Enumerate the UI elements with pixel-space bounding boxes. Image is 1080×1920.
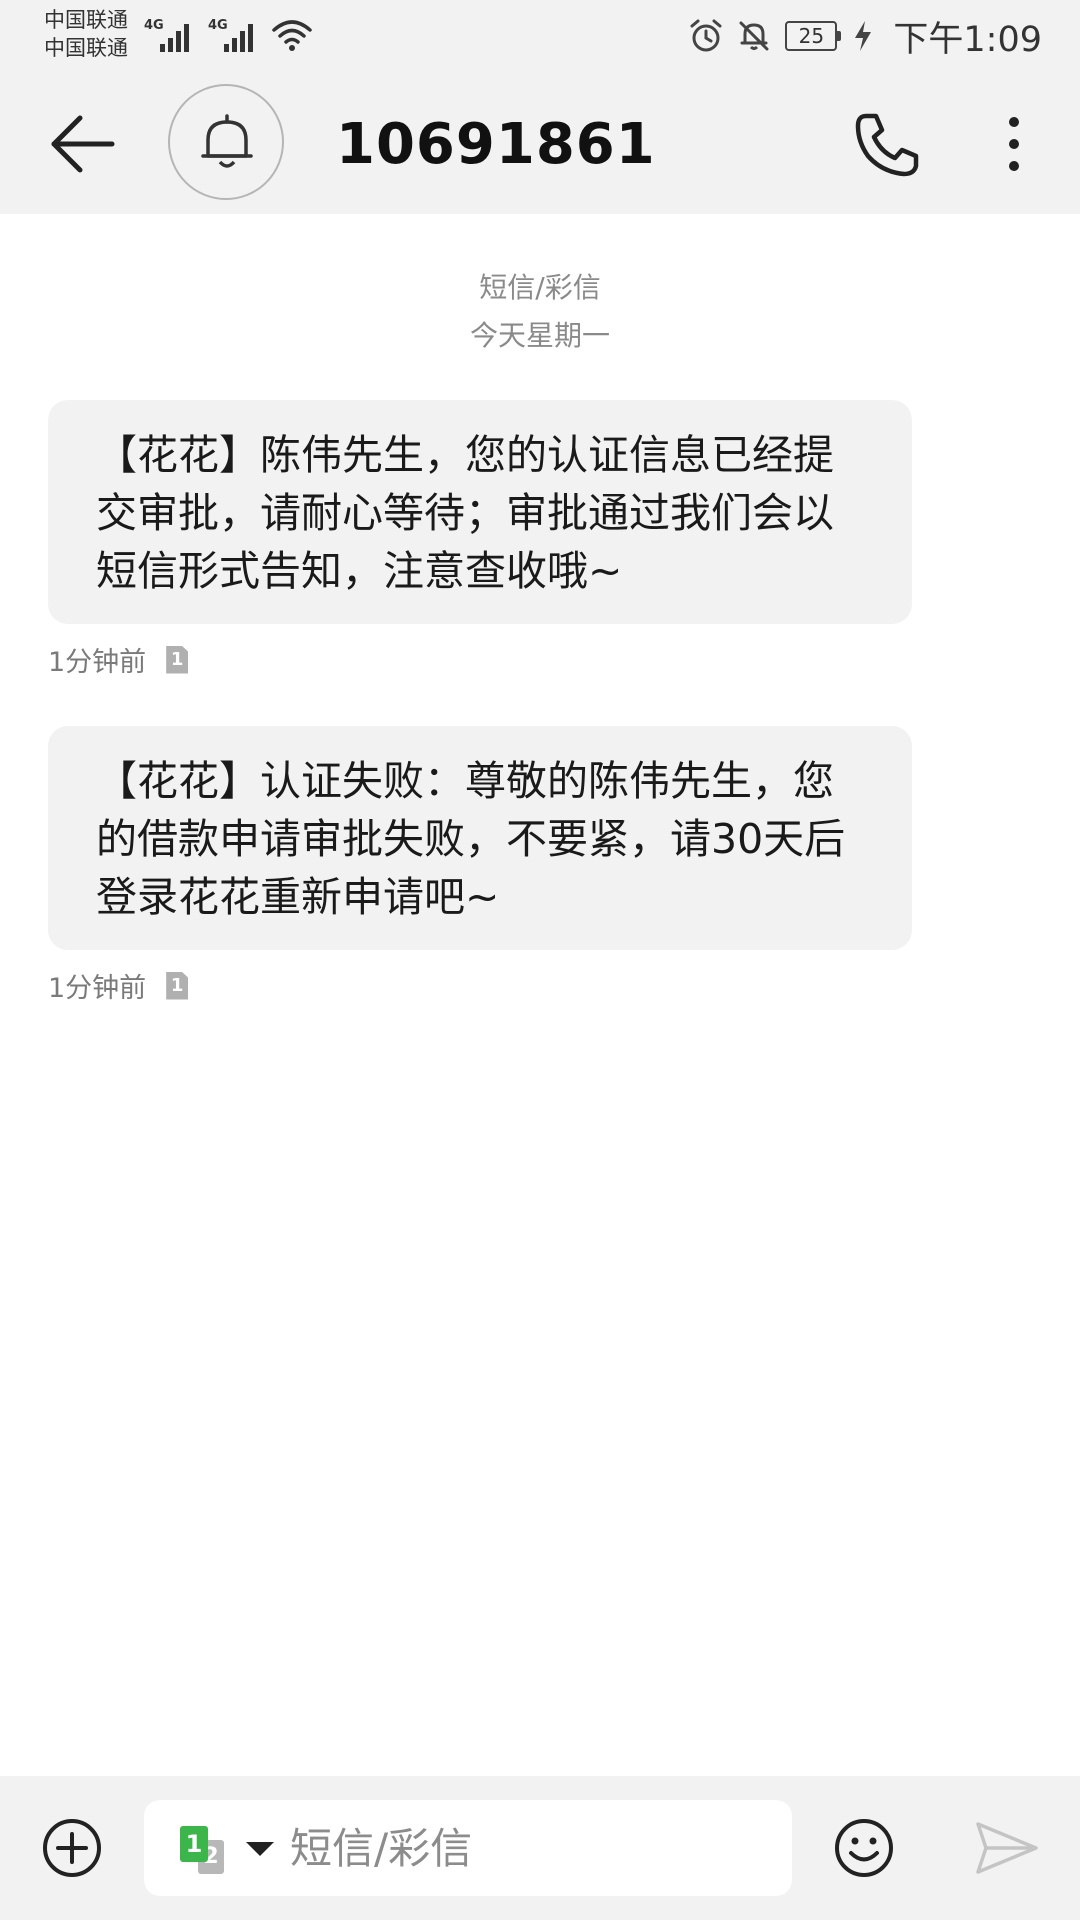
bell-icon bbox=[201, 114, 253, 168]
message-timestamp: 1分钟前 bbox=[48, 647, 147, 678]
message-bubble[interactable]: 【花花】认证失败：尊敬的陈伟先生，您的借款申请审批失败，不要紧，请30天后登录花… bbox=[48, 726, 912, 950]
message-input-box: 2 1 bbox=[144, 1800, 792, 1896]
carrier-1: 中国联通 bbox=[44, 8, 128, 32]
plus-circle-icon bbox=[43, 1819, 101, 1877]
sim-card-icon: 1 bbox=[166, 971, 189, 1000]
message-bubble[interactable]: 【花花】陈伟先生，您的认证信息已经提交审批，请耐心等待；审批通过我们会以短信形式… bbox=[48, 400, 912, 624]
send-icon bbox=[976, 1822, 1038, 1874]
message-input[interactable] bbox=[290, 1818, 770, 1878]
battery-icon: 25 bbox=[785, 21, 842, 51]
phone-icon bbox=[855, 113, 919, 177]
composer-bar: 2 1 bbox=[0, 1776, 1080, 1920]
app-bar: 10691861 bbox=[0, 72, 1080, 214]
arrow-left-icon bbox=[51, 115, 115, 173]
add-attachment-button[interactable] bbox=[40, 1816, 104, 1880]
battery-level: 25 bbox=[798, 24, 825, 48]
carrier-2: 中国联通 bbox=[44, 36, 128, 60]
contact-title: 10691861 bbox=[336, 112, 656, 177]
alarm-icon bbox=[690, 19, 722, 52]
caret-down-icon bbox=[246, 1842, 274, 1856]
message-meta: 1分钟前 1 bbox=[48, 966, 189, 1005]
carrier-labels: 中国联通 中国联通 bbox=[44, 6, 128, 62]
charging-icon bbox=[855, 21, 872, 51]
sim-selector[interactable]: 2 1 bbox=[180, 1822, 280, 1876]
status-right: 25 下午1:09 bbox=[689, 12, 1042, 60]
wifi-icon bbox=[272, 20, 312, 51]
conversation-type-label: 短信/彩信 bbox=[479, 271, 601, 304]
emoji-button[interactable] bbox=[832, 1816, 896, 1880]
contact-avatar[interactable] bbox=[168, 84, 284, 200]
bell-off-icon bbox=[739, 21, 769, 51]
smiley-icon bbox=[835, 1819, 893, 1877]
back-button[interactable] bbox=[44, 112, 124, 176]
sim-card-icon: 1 bbox=[166, 645, 189, 674]
more-options-button[interactable] bbox=[994, 112, 1034, 176]
status-bar: 中国联通 中国联通 4G 4G 25 下午1:09 bbox=[0, 0, 1080, 72]
send-button[interactable] bbox=[974, 1820, 1040, 1876]
sim-1-icon: 1 bbox=[180, 1826, 208, 1862]
more-vertical-icon bbox=[1009, 117, 1019, 171]
call-button[interactable] bbox=[852, 110, 922, 180]
message-meta: 1分钟前 1 bbox=[48, 640, 189, 679]
message-timestamp: 1分钟前 bbox=[48, 973, 147, 1004]
clock: 下午1:09 bbox=[893, 19, 1042, 60]
date-divider: 今天星期一 bbox=[469, 319, 610, 352]
